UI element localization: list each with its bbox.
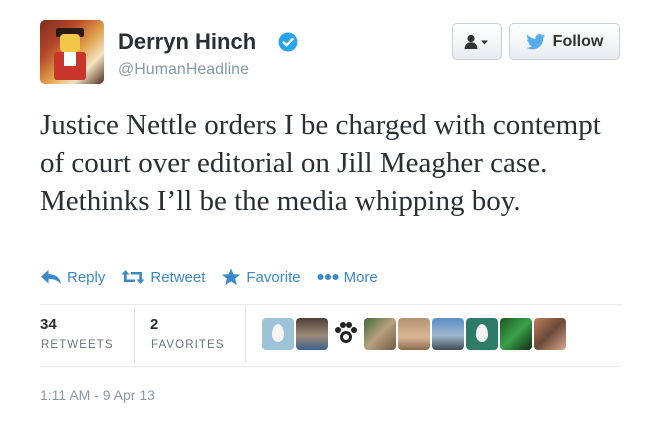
user-dropdown-icon bbox=[464, 34, 488, 49]
favorite-label: Favorite bbox=[246, 268, 301, 286]
egg-avatar-icon bbox=[272, 324, 284, 342]
star-icon bbox=[222, 268, 241, 285]
favoriter-avatars bbox=[262, 318, 568, 350]
favorites-stat[interactable]: 2 FAVORITES bbox=[150, 305, 244, 365]
favoriter-avatar[interactable] bbox=[364, 318, 396, 350]
twitter-bird-icon bbox=[525, 33, 545, 49]
more-dots-icon bbox=[317, 274, 339, 280]
more-action[interactable]: More bbox=[317, 269, 378, 286]
favorites-count: 2 bbox=[150, 316, 159, 333]
retweet-icon bbox=[121, 270, 145, 284]
favoriter-avatar[interactable] bbox=[432, 318, 464, 350]
favoriter-avatar[interactable] bbox=[398, 318, 430, 350]
reply-label: Reply bbox=[67, 268, 106, 286]
favoriter-avatar[interactable] bbox=[262, 318, 294, 350]
more-label: More bbox=[343, 268, 378, 286]
retweets-label: RETWEETS bbox=[41, 339, 114, 351]
avatar-head-shape bbox=[60, 34, 80, 52]
follow-button-label: Follow bbox=[552, 32, 604, 50]
user-actions-dropdown-button[interactable] bbox=[452, 23, 502, 60]
reply-action[interactable]: Reply bbox=[40, 269, 105, 286]
stats-separator bbox=[245, 307, 246, 363]
retweet-action[interactable]: Retweet bbox=[121, 269, 205, 286]
reply-icon bbox=[41, 270, 61, 284]
egg-avatar-icon bbox=[476, 324, 488, 342]
retweets-count: 34 bbox=[40, 316, 57, 333]
tweet-timestamp[interactable]: 1:11 AM - 9 Apr 13 bbox=[40, 387, 155, 403]
author-handle[interactable]: @HumanHeadline bbox=[118, 61, 249, 79]
favoriter-avatar[interactable] bbox=[500, 318, 532, 350]
retweets-stat[interactable]: 34 RETWEETS bbox=[40, 305, 134, 365]
verified-badge-icon bbox=[278, 32, 298, 52]
paw-print-icon bbox=[335, 322, 357, 343]
favoriter-avatar[interactable] bbox=[296, 318, 328, 350]
favorites-label: FAVORITES bbox=[151, 339, 225, 351]
favoriter-avatar[interactable] bbox=[466, 318, 498, 350]
avatar-collar-shape bbox=[64, 52, 76, 66]
retweet-label: Retweet bbox=[150, 268, 206, 286]
tweet-actions: Reply Retweet Favorite More bbox=[40, 265, 394, 289]
favorite-action[interactable]: Favorite bbox=[221, 268, 301, 286]
author-name[interactable]: Derryn Hinch bbox=[118, 29, 256, 55]
stats-separator bbox=[134, 307, 135, 363]
author-avatar[interactable] bbox=[40, 20, 104, 84]
stats-bottom-divider bbox=[40, 366, 622, 367]
tweet-card: Derryn Hinch @HumanHeadline Follow Justi… bbox=[0, 0, 650, 435]
follow-button[interactable]: Follow bbox=[509, 23, 620, 60]
tweet-text: Justice Nettle orders I be charged with … bbox=[40, 109, 601, 217]
favoriter-avatar[interactable] bbox=[534, 318, 566, 350]
favoriter-avatar[interactable] bbox=[330, 318, 362, 350]
